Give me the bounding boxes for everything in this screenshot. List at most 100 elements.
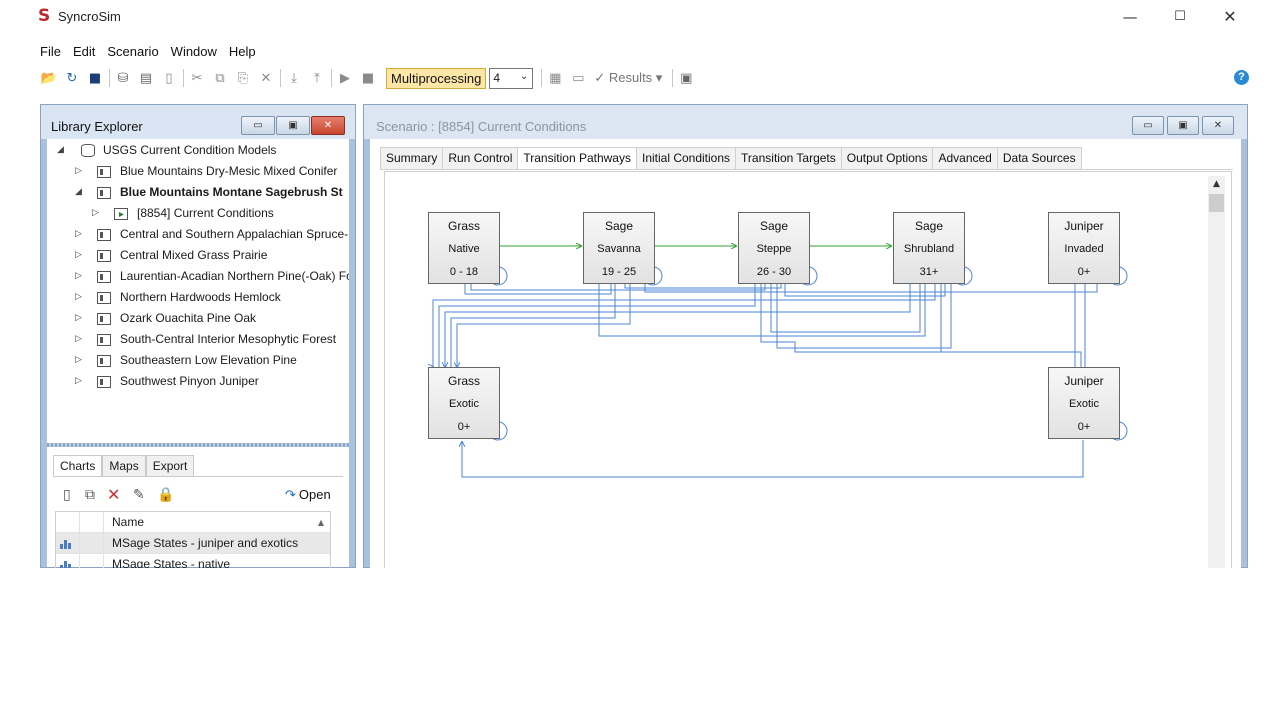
table-row[interactable]: MSage States - juniper and exotics — [56, 533, 330, 554]
tree-item[interactable]: ▷ Central and Southern Appalachian Spruc… — [47, 224, 349, 245]
collapsed-arrow-icon[interactable]: ▷ — [75, 266, 87, 287]
tab-export[interactable]: Export — [145, 455, 195, 476]
tab-transition-targets[interactable]: Transition Targets — [735, 147, 842, 169]
tab-data-sources[interactable]: Data Sources — [996, 147, 1082, 169]
tree-item[interactable]: ▷ Southwest Pinyon Juniper — [47, 371, 349, 392]
expanded-arrow-icon[interactable]: ◢ — [75, 182, 87, 203]
tree-item[interactable]: ▷ Northern Hardwoods Hemlock — [47, 287, 349, 308]
state-box-juniper-exotic[interactable]: Juniper Exotic 0+ — [1048, 367, 1120, 439]
collapsed-arrow-icon[interactable]: ▷ — [75, 161, 87, 182]
refresh-icon[interactable]: ↻ — [63, 69, 81, 87]
scenario-minimize-button[interactable]: ▭ — [1132, 116, 1164, 135]
new-document-icon[interactable]: ▯ — [160, 69, 178, 87]
vertical-scrollbar[interactable]: ▲ — [1208, 176, 1225, 570]
collapsed-arrow-icon[interactable]: ▷ — [75, 350, 87, 371]
paste-icon[interactable]: ⎘ — [234, 69, 252, 87]
results-dropdown[interactable]: ✓ Results ▾ — [594, 70, 662, 86]
tab-output-options[interactable]: Output Options — [840, 147, 934, 169]
expanded-arrow-icon[interactable]: ◢ — [57, 140, 69, 161]
header-cell — [56, 512, 80, 533]
processors-value: 4 — [493, 70, 501, 85]
state-box-sage-shrubland[interactable]: Sage Shrubland 31+ — [893, 212, 965, 284]
new-chart-icon[interactable]: ▯ — [63, 487, 71, 503]
window-layout-icon[interactable]: ▣ — [677, 69, 695, 87]
state-box-sage-steppe[interactable]: Sage Steppe 26 - 30 — [738, 212, 810, 284]
maximize-button[interactable]: ☐ — [1160, 4, 1200, 30]
minimize-button[interactable]: — — [1110, 4, 1150, 30]
clipboard-icon[interactable]: ▦ — [546, 69, 564, 87]
tab-divider — [380, 169, 1233, 170]
multiprocessing-toggle[interactable]: Multiprocessing — [386, 67, 487, 89]
scroll-up-icon[interactable]: ▲ — [1208, 176, 1225, 193]
state-box-sage-savanna[interactable]: Sage Savanna 19 - 25 — [583, 212, 655, 284]
database-icon[interactable]: ⛁ — [114, 69, 132, 87]
properties-icon[interactable]: ▤ — [137, 69, 155, 87]
tree-item[interactable]: ▷ Ozark Ouachita Pine Oak — [47, 308, 349, 329]
delete-chart-icon[interactable]: ✕ — [107, 485, 120, 504]
tree-item[interactable]: ▷ Southeastern Low Elevation Pine — [47, 350, 349, 371]
run-icon[interactable]: ▶ — [336, 69, 354, 87]
column-header-name[interactable]: Name — [112, 512, 144, 533]
tree-item-label: Central and Southern Appalachian Spruce-… — [120, 227, 349, 241]
toolbar: 📂 ↻ ■ ⛁ ▤ ▯ ✂ ⧉ ⎘ ✕ ⤓ ⤒ ▶ ■ Multiprocess… — [40, 66, 1250, 90]
folder-icon[interactable]: ▭ — [569, 69, 587, 87]
menu-window[interactable]: Window — [171, 42, 227, 62]
library-icon — [97, 250, 111, 262]
toolbar-separator — [109, 69, 110, 87]
help-icon[interactable]: ? — [1234, 70, 1249, 85]
state-class-label: Grass — [447, 219, 480, 233]
menu-file[interactable]: File — [40, 42, 71, 62]
library-explorer-title: Library Explorer — [51, 119, 143, 134]
rename-chart-icon[interactable]: ✎ — [133, 487, 145, 503]
scenario-close-button[interactable]: ✕ — [1202, 116, 1234, 135]
collapsed-arrow-icon[interactable]: ▷ — [75, 329, 87, 350]
row-cell — [80, 533, 104, 554]
stop-icon[interactable]: ■ — [359, 69, 377, 87]
tree-item[interactable]: ▷ Laurentian-Acadian Northern Pine(-Oak)… — [47, 266, 349, 287]
collapsed-arrow-icon[interactable]: ▷ — [92, 203, 104, 224]
tree-item[interactable]: ▷ South-Central Interior Mesophytic Fore… — [47, 329, 349, 350]
panel-minimize-button[interactable]: ▭ — [241, 116, 275, 135]
menu-help[interactable]: Help — [229, 42, 266, 62]
export-icon[interactable]: ⤒ — [308, 69, 326, 87]
tab-advanced[interactable]: Advanced — [932, 147, 998, 169]
close-button[interactable]: ✕ — [1210, 4, 1250, 30]
open-library-icon[interactable]: 📂 — [40, 69, 58, 87]
app-logo-icon: S — [38, 6, 51, 26]
tab-charts[interactable]: Charts — [53, 455, 103, 477]
state-box-grass-native[interactable]: Grass Native 0 - 18 — [428, 212, 500, 284]
panel-close-button[interactable]: ✕ — [311, 116, 345, 135]
tree-item-scenario[interactable]: ▷ [8854] Current Conditions — [47, 203, 349, 224]
collapsed-arrow-icon[interactable]: ▷ — [75, 371, 87, 392]
menu-scenario[interactable]: Scenario — [107, 42, 168, 62]
processors-select[interactable]: 4 ⌄ — [489, 67, 534, 89]
lock-icon[interactable]: 🔒 — [157, 487, 174, 503]
collapsed-arrow-icon[interactable]: ▷ — [75, 308, 87, 329]
save-icon[interactable]: ■ — [86, 69, 104, 87]
scenario-restore-button[interactable]: ▣ — [1167, 116, 1199, 135]
tab-maps[interactable]: Maps — [102, 455, 146, 476]
scenario-header: Scenario : [8854] Current Conditions ▭ ▣… — [364, 105, 1247, 139]
collapsed-arrow-icon[interactable]: ▷ — [75, 287, 87, 308]
tab-transition-pathways[interactable]: Transition Pathways — [517, 147, 637, 170]
collapsed-arrow-icon[interactable]: ▷ — [75, 224, 87, 245]
tree-root[interactable]: ◢ USGS Current Condition Models — [47, 140, 349, 161]
delete-icon[interactable]: ✕ — [257, 69, 275, 87]
tree-item[interactable]: ▷ Central Mixed Grass Prairie — [47, 245, 349, 266]
state-box-grass-exotic[interactable]: Grass Exotic 0+ — [428, 367, 500, 439]
open-chart-button[interactable]: ↷ Open — [285, 487, 331, 503]
tree-item[interactable]: ◢ Blue Mountains Montane Sagebrush St — [47, 182, 349, 203]
import-icon[interactable]: ⤓ — [285, 69, 303, 87]
cut-icon[interactable]: ✂ — [188, 69, 206, 87]
tab-initial-conditions[interactable]: Initial Conditions — [635, 147, 737, 169]
copy-icon[interactable]: ⧉ — [211, 69, 229, 87]
copy-chart-icon[interactable]: ⧉ — [85, 487, 95, 503]
state-box-juniper-invaded[interactable]: Juniper Invaded 0+ — [1048, 212, 1120, 284]
tab-summary[interactable]: Summary — [380, 147, 444, 169]
tab-run-control[interactable]: Run Control — [442, 147, 519, 169]
panel-restore-button[interactable]: ▣ — [276, 116, 310, 135]
scrollbar-thumb[interactable] — [1209, 194, 1224, 212]
menu-edit[interactable]: Edit — [73, 42, 105, 62]
collapsed-arrow-icon[interactable]: ▷ — [75, 245, 87, 266]
tree-item[interactable]: ▷ Blue Mountains Dry-Mesic Mixed Conifer — [47, 161, 349, 182]
